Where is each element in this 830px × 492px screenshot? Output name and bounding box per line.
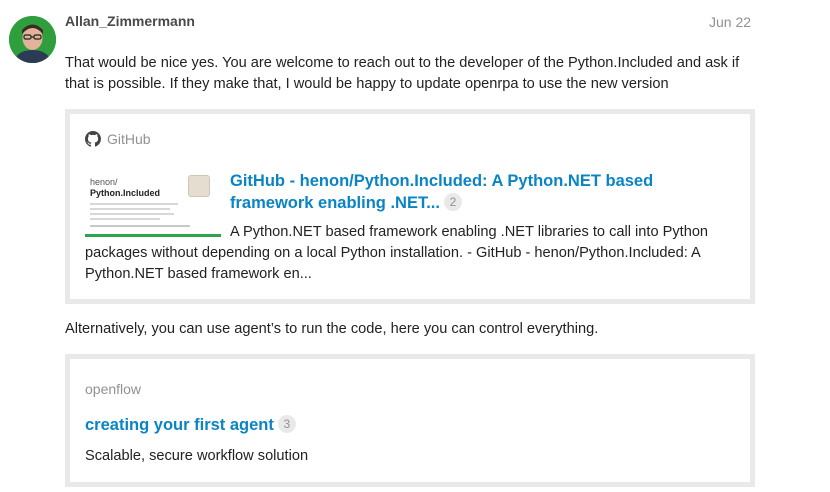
thumbnail-repo-name: Python.Included [90,188,161,198]
click-count-badge: 2 [443,193,462,211]
openflow-title-link[interactable]: creating your first agent 3 [85,415,296,435]
thumbnail-text-line [90,213,174,215]
github-repo-title: GitHub - henon/Python.Included: A Python… [230,172,654,212]
avatar-portrait [9,16,56,63]
thumbnail-text-line [90,218,160,220]
openflow-source-label[interactable]: openflow [85,381,141,397]
click-count-badge: 3 [277,415,296,433]
thumbnail-text-line [90,208,170,210]
openflow-title: creating your first agent [85,416,274,434]
thumbnail-owner: henon/ [90,177,118,187]
thumbnail-text-line [90,203,178,205]
github-onebox: GitHub henon/ Python.Included GitHub - h… [65,109,755,304]
github-repo-description: A Python.NET based framework enabling .N… [85,224,709,282]
thumbnail-owner-avatar [188,175,210,197]
post-date[interactable]: Jun 22 [709,14,751,30]
post-author-name[interactable]: Allan_Zimmermann [65,13,195,29]
github-source-label: GitHub [107,131,151,147]
user-avatar[interactable] [9,16,56,63]
openflow-description: Scalable, secure workflow solution [85,448,309,464]
github-icon [85,131,101,147]
github-source-link[interactable]: GitHub [85,131,151,147]
github-repo-title-link[interactable]: GitHub - henon/Python.Included: A Python… [230,170,730,214]
post-paragraph-2: Alternatively, you can use agent’s to ru… [65,321,599,337]
openflow-onebox: openflow creating your first agent 3 Scal… [65,354,755,487]
post-paragraph-1: That would be nice yes. You are welcome … [65,55,740,92]
